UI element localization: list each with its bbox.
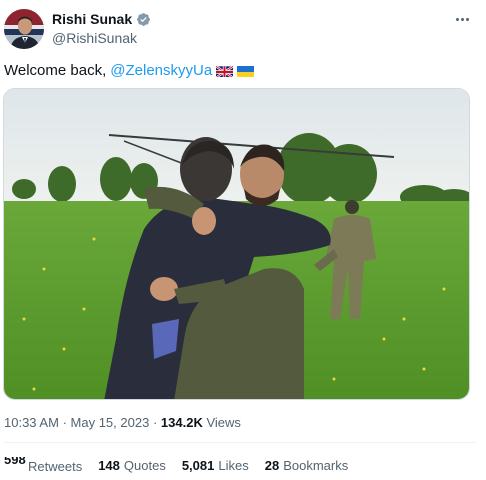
author-name-row[interactable]: Rishi Sunak	[52, 11, 151, 27]
meta-separator: ·	[62, 415, 67, 430]
likes-label: Likes	[218, 458, 249, 473]
tweet-stats: 598 Retweets 148 Quotes 5,081 Likes 28 B…	[4, 457, 364, 474]
quotes-stat[interactable]: 148 Quotes	[98, 458, 166, 473]
likes-count: 5,081	[181, 458, 215, 473]
divider	[4, 442, 476, 443]
mention-link[interactable]: @ZelenskyyUa	[110, 62, 212, 79]
tweet-time[interactable]: 10:33 AM	[4, 415, 59, 430]
bookmarks-count: 28	[264, 458, 280, 473]
avatar-image	[4, 9, 44, 49]
tweet: Rishi Sunak @RishiSunak Welcome back, @Z…	[0, 0, 480, 480]
author-avatar[interactable]	[4, 9, 44, 49]
bookmarks-stat[interactable]: 28 Bookmarks	[265, 458, 349, 473]
likes-stat[interactable]: 5,081 Likes	[182, 458, 249, 473]
views-count: 134.2K	[160, 415, 203, 430]
meta-separator: ·	[152, 415, 158, 430]
verified-badge-icon	[136, 12, 151, 27]
retweets-count: 598	[4, 457, 26, 467]
views-label: Views	[206, 415, 241, 430]
quotes-count: 148	[98, 458, 120, 473]
uk-flag-icon	[216, 64, 234, 77]
author-handle[interactable]: @RishiSunak	[52, 30, 137, 46]
photo-image	[4, 89, 469, 399]
retweets-label: Retweets	[28, 459, 83, 474]
tweet-text-body: Welcome back,	[4, 62, 107, 79]
more-options-icon[interactable]	[450, 10, 474, 28]
tweet-date[interactable]: May 15, 2023	[71, 415, 150, 430]
tweet-text: Welcome back, @ZelenskyyUa	[4, 62, 255, 79]
ukraine-flag-icon	[237, 65, 255, 77]
author-display-name[interactable]: Rishi Sunak	[52, 11, 132, 27]
retweets-stat[interactable]: 598 Retweets	[4, 457, 82, 474]
bookmarks-label: Bookmarks	[283, 458, 349, 473]
tweet-photo[interactable]	[3, 88, 470, 400]
quotes-label: Quotes	[123, 458, 166, 473]
tweet-meta: 10:33 AM · May 15, 2023 · 134.2K Views	[4, 415, 241, 430]
